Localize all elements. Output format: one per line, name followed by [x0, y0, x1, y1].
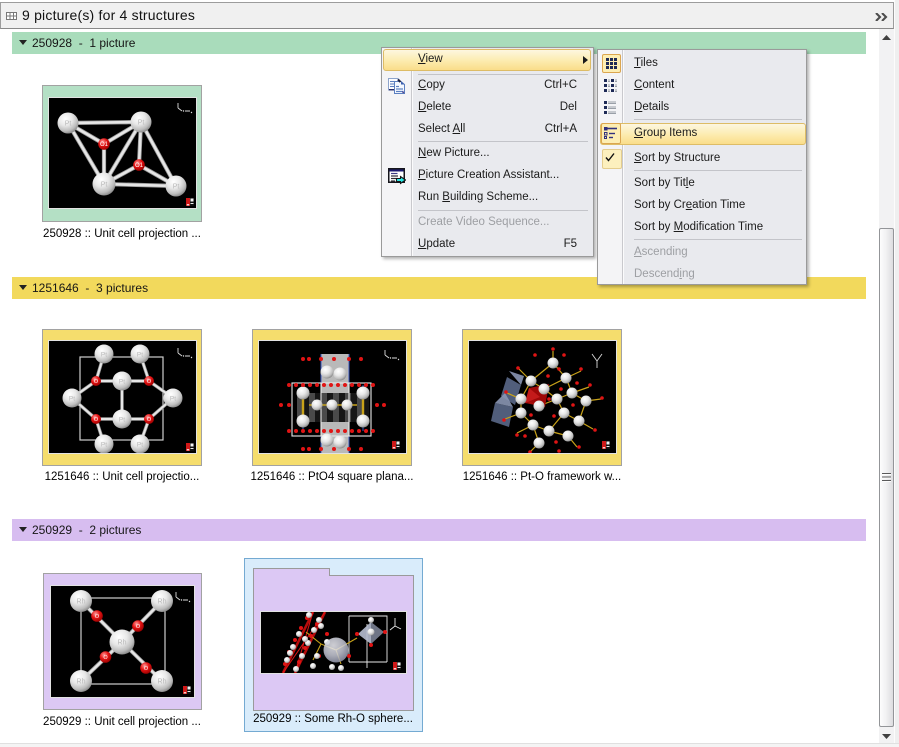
svg-text:O1: O1 — [100, 142, 109, 148]
svg-text:Rh: Rh — [158, 599, 167, 606]
svg-text:Pt: Pt — [101, 442, 107, 449]
svg-text:Pt: Pt — [138, 120, 145, 127]
svg-text:Pt: Pt — [173, 184, 180, 191]
svg-text:O: O — [94, 379, 99, 385]
svg-text:Pt: Pt — [69, 396, 75, 403]
svg-text:Pt: Pt — [119, 417, 125, 424]
svg-text:Pt: Pt — [101, 182, 108, 189]
svg-text:O: O — [94, 417, 99, 423]
svg-text:Rh: Rh — [77, 679, 86, 686]
svg-text:Pt: Pt — [137, 442, 143, 449]
svg-text:Pt: Pt — [119, 379, 125, 386]
svg-text:Pt: Pt — [65, 121, 72, 128]
svg-text:O1: O1 — [135, 163, 144, 169]
svg-text:Rh: Rh — [118, 640, 127, 647]
svg-text:Rh: Rh — [158, 679, 167, 686]
svg-text:O: O — [103, 655, 108, 661]
svg-text:O: O — [95, 614, 100, 620]
svg-text:Pt: Pt — [170, 396, 176, 403]
svg-text:O: O — [136, 624, 141, 630]
svg-text:O: O — [144, 666, 149, 672]
svg-text:Pt: Pt — [137, 352, 143, 359]
svg-text:O: O — [147, 379, 152, 385]
svg-text:O: O — [147, 417, 152, 423]
svg-text:Rh: Rh — [77, 599, 86, 606]
svg-text:Pt: Pt — [101, 352, 107, 359]
